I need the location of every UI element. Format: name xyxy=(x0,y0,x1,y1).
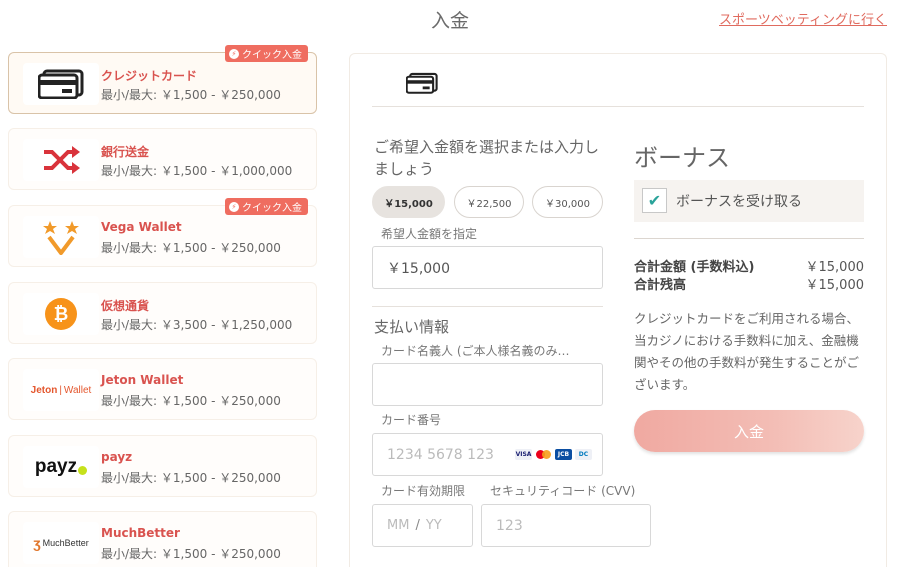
card-number-label: カード番号 xyxy=(381,413,442,427)
muchbetter-logo: ʒ MuchBetter xyxy=(23,522,99,564)
credit-card-icon xyxy=(38,69,84,99)
quick-deposit-badge: ⚡ クイック入金 xyxy=(225,198,308,215)
divider xyxy=(372,106,864,107)
deposit-button[interactable]: 入金 xyxy=(634,410,864,452)
amount-chip-15000[interactable]: ￥15,000 xyxy=(372,186,445,218)
svg-text:₿: ₿ xyxy=(54,304,69,325)
quick-deposit-badge: ⚡ クイック入金 xyxy=(225,45,308,62)
divider xyxy=(634,238,864,239)
amount-chip-30000[interactable]: ￥30,000 xyxy=(532,186,603,218)
method-payz[interactable]: payz payz 最小/最大: ￥1,500 - ￥250,000 xyxy=(8,435,317,497)
method-range: 最小/最大: ￥1,500 - ￥250,000 xyxy=(101,88,281,102)
payz-dot-icon xyxy=(78,465,88,475)
vega-wallet-icon xyxy=(43,221,79,255)
card-number-input[interactable]: 1234 5678 123 VISA JCB DC xyxy=(372,433,603,476)
deposit-panel: ご希望入金額を選択または入力しましょう ￥15,000 ￥22,500 ￥30,… xyxy=(349,53,887,567)
crypto-logo: ₿ xyxy=(23,293,99,335)
divider xyxy=(372,306,603,307)
cardholder-label: カード名義人 (ご本人様名義のみ… xyxy=(381,344,570,358)
method-vega-wallet[interactable]: Vega Wallet 最小/最大: ￥1,500 - ￥250,000 ⚡ ク… xyxy=(8,198,317,267)
cvv-input[interactable]: 123 xyxy=(481,504,651,547)
method-range: 最小/最大: ￥1,500 - ￥250,000 xyxy=(101,547,281,561)
bonus-title: ボーナス xyxy=(634,144,730,172)
credit-card-icon xyxy=(405,72,438,94)
bonus-checkbox-label: ボーナスを受け取る xyxy=(676,194,802,210)
jeton-logo: Jeton | Wallet xyxy=(23,369,99,411)
cvv-label: セキュリティコード (CVV) xyxy=(490,484,636,498)
sports-betting-link[interactable]: スポーツベッティングに行く xyxy=(719,9,887,28)
method-name: Jeton Wallet xyxy=(101,373,184,387)
total-amount-row: 合計金額 (手数料込) ￥15,000 xyxy=(634,260,864,275)
custom-amount-input[interactable]: ￥15,000 xyxy=(372,246,603,289)
method-range: 最小/最大: ￥1,500 - ￥250,000 xyxy=(101,241,281,255)
bank-transfer-logo xyxy=(23,139,99,181)
method-name: 仮想通貨 xyxy=(101,299,150,313)
mastercard-icon xyxy=(535,449,552,460)
checkmark-icon: ✔ xyxy=(647,191,662,210)
bonus-checkbox[interactable]: ✔ xyxy=(642,188,667,213)
amount-title: ご希望入金額を選択または入力しましょう xyxy=(374,138,600,178)
payment-info-title: 支払い情報 xyxy=(374,318,450,336)
method-range: 最小/最大: ￥1,500 - ￥250,000 xyxy=(101,394,281,408)
muchbetter-icon: ʒ xyxy=(33,535,41,551)
method-range: 最小/最大: ￥1,500 - ￥1,000,000 xyxy=(101,164,293,178)
method-name: payz xyxy=(101,450,133,464)
method-credit-card[interactable]: クレジットカード 最小/最大: ￥1,500 - ￥250,000 ⚡ クイック… xyxy=(8,45,317,114)
shuffle-icon xyxy=(44,146,80,174)
bitcoin-icon: ₿ xyxy=(45,298,77,330)
method-jeton-wallet[interactable]: Jeton | Wallet Jeton Wallet 最小/最大: ￥1,50… xyxy=(8,358,317,420)
method-muchbetter[interactable]: ʒ MuchBetter MuchBetter 最小/最大: ￥1,500 - … xyxy=(8,511,317,567)
custom-amount-label: 希望人金額を指定 xyxy=(381,227,478,241)
method-name: 銀行送金 xyxy=(101,145,150,159)
method-range: 最小/最大: ￥1,500 - ￥250,000 xyxy=(101,471,281,485)
selected-method-icon xyxy=(405,72,438,98)
method-name: MuchBetter xyxy=(101,526,180,540)
visa-icon: VISA xyxy=(515,449,532,460)
jcb-icon: JCB xyxy=(555,449,572,460)
method-crypto[interactable]: ₿ 仮想通貨 最小/最大: ￥3,500 - ￥1,250,000 xyxy=(8,282,317,344)
vega-wallet-logo xyxy=(23,216,99,258)
cardholder-input[interactable] xyxy=(372,363,603,406)
method-bank-transfer[interactable]: 銀行送金 最小/最大: ￥1,500 - ￥1,000,000 xyxy=(8,128,317,190)
card-brand-logos: VISA JCB DC xyxy=(515,449,592,460)
method-name: クレジットカード xyxy=(101,69,198,83)
expiry-input[interactable]: MM / YY xyxy=(372,504,473,547)
amount-chip-22500[interactable]: ￥22,500 xyxy=(454,186,524,218)
credit-card-logo xyxy=(23,63,99,105)
method-name: Vega Wallet xyxy=(101,220,182,234)
diners-icon: DC xyxy=(575,449,592,460)
method-range: 最小/最大: ￥3,500 - ￥1,250,000 xyxy=(101,318,293,332)
payz-logo: payz xyxy=(23,446,99,488)
bonus-option[interactable]: ✔ ボーナスを受け取る xyxy=(634,180,864,222)
expiry-label: カード有効期限 xyxy=(381,484,466,498)
total-balance-row: 合計残高 ￥15,000 xyxy=(634,278,864,293)
fee-note: クレジットカードをご利用される場合、当カジノにおける手数料に加え、金融機関やその… xyxy=(634,311,860,392)
bolt-icon: ⚡ xyxy=(229,48,239,59)
bolt-icon: ⚡ xyxy=(229,201,239,212)
